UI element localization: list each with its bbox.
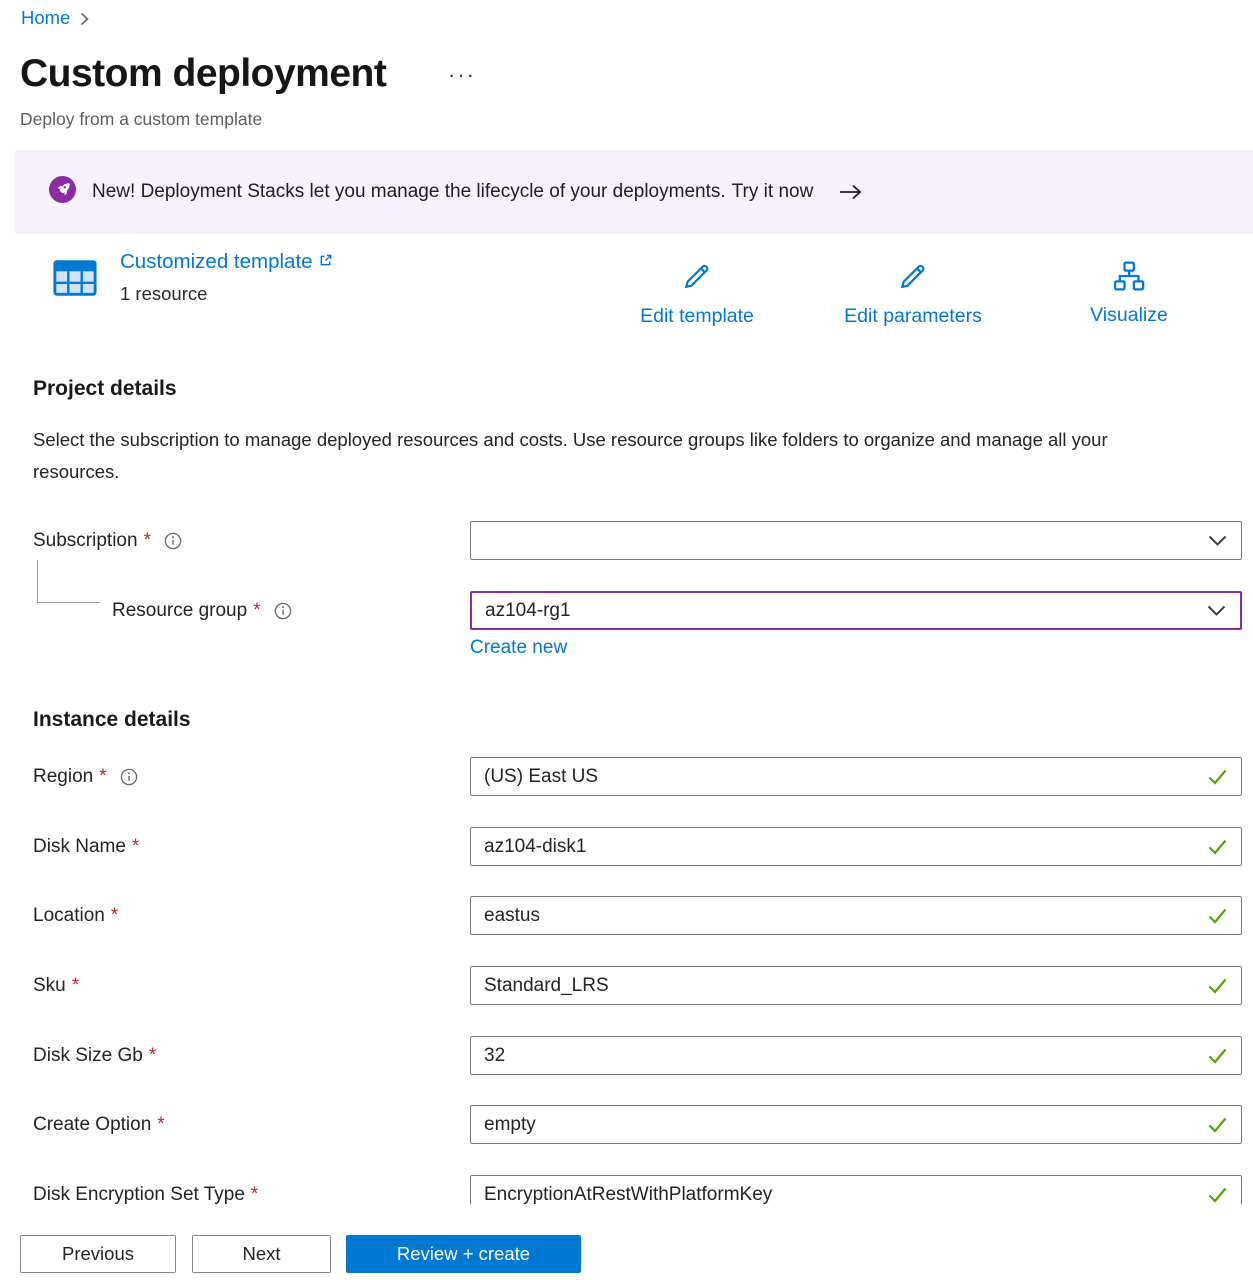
field-value: az104-disk1: [484, 836, 1208, 858]
field-value: eastus: [484, 905, 1208, 927]
review-create-button[interactable]: Review + create: [346, 1235, 581, 1273]
field-label-text: Disk Encryption Set Type: [33, 1184, 245, 1206]
pencil-icon: [897, 260, 930, 298]
info-icon[interactable]: [164, 532, 182, 550]
page-title: Custom deployment: [20, 52, 386, 96]
external-link-icon: [318, 250, 333, 274]
resource-group-label: Resource group *: [112, 600, 292, 622]
disk-encryption-set-type-label: Disk Encryption Set Type *: [33, 1184, 258, 1206]
project-details-heading: Project details: [33, 377, 177, 401]
resource-group-select[interactable]: az104-rg1: [470, 591, 1242, 630]
required-marker: *: [149, 1045, 156, 1067]
field-value: Standard_LRS: [484, 975, 1208, 997]
field-label-text: Resource group: [112, 600, 247, 622]
template-summary: Customized template 1 resource: [120, 250, 333, 305]
field-label-text: Disk Name: [33, 836, 126, 858]
banner-message: New! Deployment Stacks let you manage th…: [92, 181, 726, 203]
edit-parameters-button[interactable]: Edit parameters: [844, 260, 982, 328]
required-marker: *: [72, 975, 79, 997]
hierarchy-icon: [1112, 260, 1146, 297]
location-input[interactable]: eastus: [470, 896, 1242, 935]
deployment-stacks-banner[interactable]: New! Deployment Stacks let you manage th…: [15, 150, 1253, 234]
chevron-down-icon: [1208, 535, 1227, 547]
disk-name-label: Disk Name *: [33, 836, 139, 858]
field-label-text: Disk Size Gb: [33, 1045, 143, 1067]
required-marker: *: [99, 766, 106, 788]
project-details-description: Select the subscription to manage deploy…: [33, 424, 1188, 487]
disk-size-gb-row: Disk Size Gb * 32: [0, 1036, 1253, 1075]
field-label-text: Region: [33, 766, 93, 788]
create-option-input[interactable]: empty: [470, 1105, 1242, 1144]
field-label-text: Sku: [33, 975, 66, 997]
required-marker: *: [132, 836, 139, 858]
resource-group-row: Resource group * az104-rg1: [0, 591, 1253, 630]
disk-size-gb-label: Disk Size Gb *: [33, 1045, 156, 1067]
valid-check-icon: [1208, 1117, 1227, 1133]
chevron-down-icon: [1207, 605, 1226, 617]
edit-template-button[interactable]: Edit template: [640, 260, 754, 328]
pencil-icon: [681, 260, 714, 298]
field-value: empty: [484, 1114, 1208, 1136]
valid-check-icon: [1208, 1187, 1227, 1203]
breadcrumb: Home: [21, 7, 89, 29]
disk-size-gb-input[interactable]: 32: [470, 1036, 1242, 1075]
sku-input[interactable]: Standard_LRS: [470, 966, 1242, 1005]
custom-deployment-page: Home Custom deployment ··· Deploy from a…: [0, 0, 1253, 1280]
create-option-row: Create Option * empty: [0, 1105, 1253, 1144]
breadcrumb-home-link[interactable]: Home: [21, 7, 70, 29]
field-label-text: Location: [33, 905, 105, 927]
footer: [0, 1204, 1253, 1280]
more-options-button[interactable]: ···: [448, 62, 476, 88]
template-name: Customized template: [120, 250, 313, 274]
required-marker: *: [251, 1184, 258, 1206]
template-icon: [52, 255, 98, 306]
field-value: 32: [484, 1045, 1208, 1067]
create-option-label: Create Option *: [33, 1114, 165, 1136]
instance-details-heading: Instance details: [33, 708, 191, 732]
action-label: Edit parameters: [844, 305, 982, 328]
region-row: Region * (US) East US: [0, 757, 1253, 796]
arrow-right-icon: [839, 184, 862, 200]
required-marker: *: [253, 600, 260, 622]
action-label: Visualize: [1090, 304, 1168, 327]
subscription-select[interactable]: [470, 521, 1242, 560]
valid-check-icon: [1208, 769, 1227, 785]
required-marker: *: [111, 905, 118, 927]
resource-count: 1 resource: [120, 283, 333, 305]
field-label-text: Create Option: [33, 1114, 151, 1136]
field-value: (US) East US: [484, 766, 1208, 788]
chevron-right-icon: [80, 10, 89, 26]
sku-label: Sku *: [33, 975, 79, 997]
required-marker: *: [144, 530, 151, 552]
location-row: Location * eastus: [0, 896, 1253, 935]
resource-group-value: az104-rg1: [485, 600, 1207, 622]
required-marker: *: [157, 1114, 164, 1136]
customized-template-link[interactable]: Customized template: [120, 250, 333, 274]
rocket-icon: [49, 176, 76, 209]
subscription-label: Subscription *: [33, 530, 182, 552]
previous-button[interactable]: Previous: [20, 1235, 176, 1273]
valid-check-icon: [1208, 1048, 1227, 1064]
disk-name-row: Disk Name * az104-disk1: [0, 827, 1253, 866]
sku-row: Sku * Standard_LRS: [0, 966, 1253, 1005]
location-label: Location *: [33, 905, 118, 927]
valid-check-icon: [1208, 908, 1227, 924]
page-subtitle: Deploy from a custom template: [20, 109, 262, 130]
banner-cta[interactable]: Try it now: [732, 181, 814, 203]
disk-name-input[interactable]: az104-disk1: [470, 827, 1242, 866]
region-input[interactable]: (US) East US: [470, 757, 1242, 796]
field-value: EncryptionAtRestWithPlatformKey: [484, 1184, 1208, 1206]
info-icon[interactable]: [120, 768, 138, 786]
visualize-button[interactable]: Visualize: [1090, 260, 1168, 327]
valid-check-icon: [1208, 978, 1227, 994]
action-label: Edit template: [640, 305, 754, 328]
field-label-text: Subscription: [33, 530, 138, 552]
create-new-link[interactable]: Create new: [470, 637, 567, 659]
subscription-row: Subscription *: [0, 521, 1253, 560]
next-button[interactable]: Next: [192, 1235, 331, 1273]
valid-check-icon: [1208, 839, 1227, 855]
info-icon[interactable]: [274, 602, 292, 620]
region-label: Region *: [33, 766, 138, 788]
